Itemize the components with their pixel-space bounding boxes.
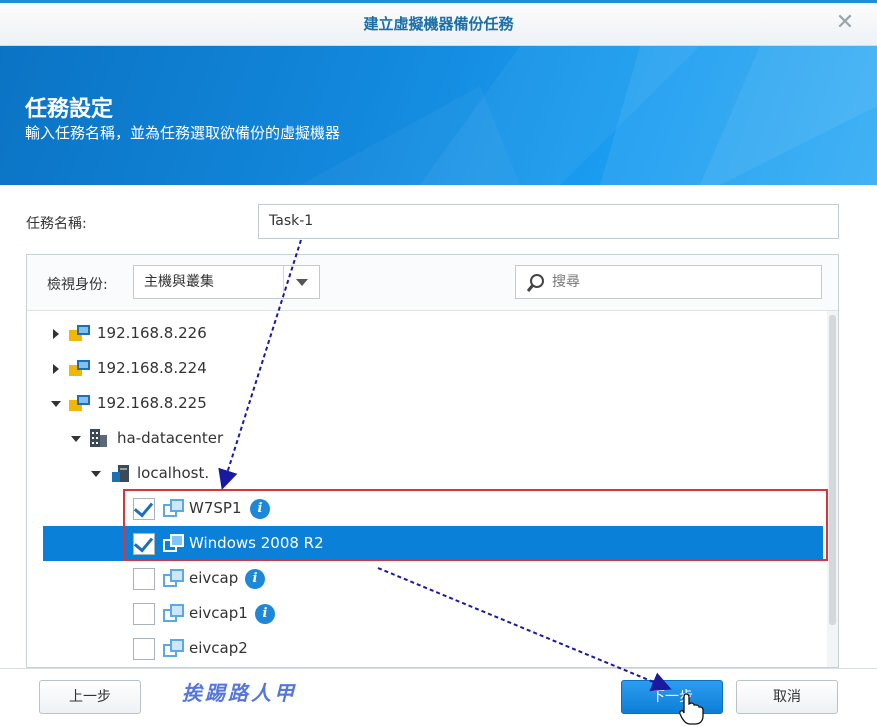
task-name-label: 任務名稱: (26, 216, 87, 232)
banner-title: 任務設定 (25, 97, 114, 122)
view-label: 檢視身份: (47, 277, 108, 293)
vm-icon (163, 604, 184, 622)
tree-item-label: 192.168.8.225 (97, 394, 207, 412)
banner-background (300, 46, 877, 185)
tree-item-host[interactable]: 192.168.8.226 (27, 316, 827, 351)
task-name-input[interactable]: Task-1 (258, 204, 839, 239)
tree-item-label: ha-datacenter (117, 429, 224, 447)
tree-item-vm[interactable]: eivcap1 i (27, 596, 827, 631)
search-input[interactable]: 搜尋 (515, 265, 822, 299)
tree-item-label: Windows 2008 R2 (189, 534, 324, 552)
view-select-value: 主機與叢集 (144, 274, 214, 290)
vm-selection-panel: 檢視身份: 主機與叢集 搜尋 192.168.8.226 192.168.8.2… (26, 254, 839, 668)
tree-scrollbar[interactable] (827, 311, 838, 667)
banner-subtitle: 輸入任務名稱，並為任務選取欲備份的虛擬機器 (25, 124, 341, 142)
search-icon (526, 274, 544, 292)
vm-checkbox[interactable] (133, 603, 155, 625)
vm-checkbox[interactable] (133, 533, 155, 555)
tree-item-label: eivcap1 (189, 604, 248, 622)
tree-item-vm-selected[interactable]: Windows 2008 R2 (43, 526, 823, 561)
host-icon (69, 360, 90, 376)
server-icon (112, 465, 129, 482)
collapse-arrow-icon[interactable] (51, 401, 61, 407)
tree-item-host[interactable]: 192.168.8.225 (27, 386, 827, 421)
tree-item-label: 192.168.8.226 (97, 324, 207, 342)
view-select[interactable]: 主機與叢集 (133, 265, 320, 299)
vm-icon (163, 534, 184, 552)
tree-item-label: 192.168.8.224 (97, 359, 207, 377)
vm-tree: 192.168.8.226 192.168.8.224 192.168.8.22… (27, 311, 827, 667)
host-icon (69, 325, 90, 341)
close-icon[interactable]: ✕ (835, 12, 855, 34)
window-title: 建立虛擬機器備份任務 (363, 15, 514, 33)
collapse-arrow-icon[interactable] (91, 471, 101, 477)
tree-item-label: eivcap (189, 569, 239, 587)
info-icon[interactable]: i (250, 499, 270, 519)
datacenter-icon (90, 429, 107, 447)
info-icon[interactable]: i (255, 604, 275, 624)
prev-button[interactable]: 上一步 (39, 680, 141, 714)
vm-icon (163, 499, 184, 517)
vm-icon (163, 639, 184, 657)
watermark-text: 挨踢路人甲 (182, 681, 297, 705)
host-icon (69, 395, 90, 411)
search-placeholder: 搜尋 (552, 274, 580, 290)
tree-item-server[interactable]: localhost. (27, 456, 827, 491)
vm-checkbox[interactable] (133, 568, 155, 590)
collapse-arrow-icon[interactable] (71, 436, 81, 442)
footer-divider (0, 668, 877, 669)
vm-checkbox[interactable] (133, 498, 155, 520)
chevron-down-icon[interactable] (283, 266, 319, 298)
cancel-button[interactable]: 取消 (736, 680, 838, 714)
next-button[interactable]: 下一步 (621, 680, 723, 714)
tree-item-label: W7SP1 (189, 499, 242, 517)
header-banner: 任務設定 輸入任務名稱，並為任務選取欲備份的虛擬機器 (0, 46, 877, 185)
tree-item-host[interactable]: 192.168.8.224 (27, 351, 827, 386)
info-icon[interactable]: i (245, 569, 265, 589)
panel-toolbar: 檢視身份: 主機與叢集 搜尋 (27, 255, 838, 311)
vm-checkbox[interactable] (133, 638, 155, 660)
expand-arrow-icon[interactable] (53, 329, 59, 339)
tree-item-vm[interactable]: eivcap2 (27, 631, 827, 666)
scroll-thumb[interactable] (829, 315, 836, 625)
tree-item-label: eivcap2 (189, 639, 248, 657)
tree-item-datacenter[interactable]: ha-datacenter (27, 421, 827, 456)
window-titlebar: 建立虛擬機器備份任務 ✕ (0, 3, 877, 46)
expand-arrow-icon[interactable] (53, 364, 59, 374)
vm-icon (163, 569, 184, 587)
tree-item-vm[interactable]: eivcap i (27, 561, 827, 596)
tree-item-vm[interactable]: W7SP1 i (27, 491, 827, 526)
tree-item-label: localhost. (137, 464, 210, 482)
